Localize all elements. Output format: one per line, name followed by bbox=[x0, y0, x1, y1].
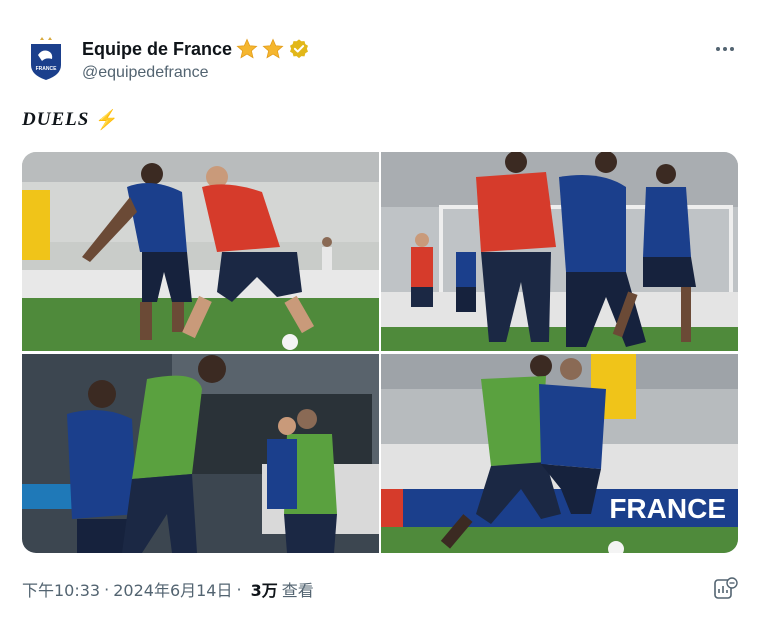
training-photo-image bbox=[22, 152, 379, 351]
fff-crest-icon: FRANCE bbox=[31, 37, 61, 80]
tweet-date[interactable]: 2024年6月14日 bbox=[113, 577, 232, 601]
separator: · bbox=[236, 579, 242, 599]
more-options-button[interactable] bbox=[716, 44, 740, 54]
separator: · bbox=[104, 579, 110, 599]
views-count: 3万 bbox=[250, 581, 278, 600]
verified-badge-icon[interactable] bbox=[288, 38, 310, 60]
photo-2[interactable] bbox=[381, 152, 738, 351]
star-icon bbox=[262, 38, 284, 59]
tweet-card: FRANCE Equipe de France @equipedefrance … bbox=[0, 0, 774, 633]
training-photo-image bbox=[22, 354, 379, 553]
tweet-meta: 下午10:33 · 2024年6月14日 · 3万 查看 bbox=[22, 577, 314, 601]
media-grid: FRANCE bbox=[22, 152, 738, 553]
views-label: 查看 bbox=[281, 581, 314, 600]
more-dot-icon bbox=[716, 47, 720, 51]
lightning-emoji: ⚡ bbox=[95, 110, 120, 131]
france-banner-text: FRANCE bbox=[609, 493, 726, 524]
more-dot-icon bbox=[723, 47, 727, 51]
tweet-text: DUELS ⚡ bbox=[22, 108, 120, 132]
name-row: Equipe de France bbox=[82, 36, 310, 62]
tweet-time[interactable]: 下午10:33 bbox=[22, 577, 100, 601]
photo-3[interactable] bbox=[22, 354, 379, 553]
display-name[interactable]: Equipe de France bbox=[82, 39, 232, 60]
photo-1[interactable] bbox=[22, 152, 379, 351]
avatar[interactable]: FRANCE bbox=[23, 36, 69, 82]
training-photo-image bbox=[381, 152, 738, 351]
tweet-text-body: DUELS bbox=[22, 109, 90, 130]
analytics-icon[interactable] bbox=[713, 577, 739, 601]
avatar-label: FRANCE bbox=[36, 66, 57, 72]
training-photo-image: FRANCE bbox=[381, 354, 738, 553]
star-icon bbox=[236, 38, 258, 59]
handle[interactable]: @equipedefrance bbox=[82, 64, 209, 82]
more-dot-icon bbox=[730, 47, 734, 51]
photo-4[interactable]: FRANCE bbox=[381, 354, 738, 553]
